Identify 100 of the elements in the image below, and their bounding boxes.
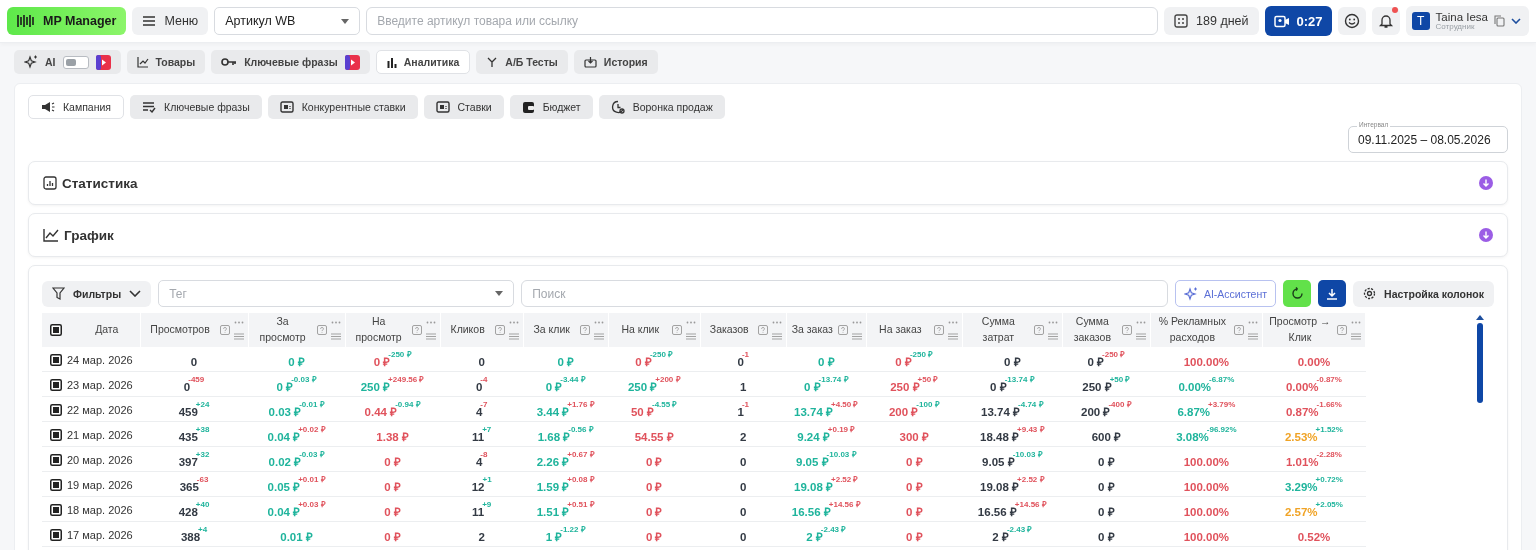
menu-button[interactable]: Меню [132,7,209,35]
notifications-button[interactable] [1371,7,1400,35]
more-icon[interactable] [508,320,519,324]
delta-value: +2.52 ₽ [1017,474,1045,484]
menu-icon[interactable] [1247,332,1258,340]
scroll-up-icon[interactable] [1476,315,1484,320]
smiley-icon [1343,13,1360,29]
menu-icon[interactable] [1135,332,1146,340]
menu-icon[interactable] [330,332,341,340]
menu-icon[interactable] [851,332,862,340]
more-icon[interactable] [947,320,958,324]
checkbox[interactable] [50,453,62,466]
chevron-icon [1511,18,1521,24]
delta-value: +200 ₽ [655,374,681,384]
cell-value: 600 ₽ [1091,430,1122,444]
checkbox[interactable] [50,324,62,336]
article-select[interactable]: Артикул WB [214,7,361,35]
ai-assistant-button[interactable]: AI-Ассистент [1174,280,1277,307]
cell-value: 54.55 ₽ [634,430,674,444]
help-icon [1033,325,1044,335]
search-field[interactable]: Поиск [521,280,1168,307]
menu-icon[interactable] [947,332,958,340]
filters-button[interactable]: Фильтры [42,280,152,307]
copy-icon [1494,15,1505,27]
delta-value: +9 [482,499,492,509]
menu-icon[interactable] [1351,332,1361,340]
menu-icon[interactable] [233,332,244,340]
cell-value: 428 [178,505,198,518]
cell-value: 0 ₽ [384,505,401,519]
delta-value: +38 [195,424,210,434]
checkbox[interactable] [50,378,62,391]
logo-button[interactable]: MP Manager [7,7,127,35]
nav-tab[interactable]: А/Б Тесты [476,50,568,74]
delta-value: -0.03 ₽ [299,449,325,459]
help-icon [219,325,230,335]
cell-value: 100.00% [1183,504,1230,518]
menu-icon[interactable] [508,332,519,340]
nav-tab[interactable]: Товары [126,50,206,74]
checkbox[interactable] [50,503,62,516]
more-icon[interactable] [685,320,696,324]
checkbox[interactable] [50,528,62,541]
more-icon[interactable] [1247,320,1258,324]
emoji-button[interactable] [1337,7,1366,35]
checkbox[interactable] [50,428,62,441]
money-icon [435,101,450,113]
download-button[interactable] [1318,280,1347,307]
sub-tab[interactable]: Воронка продаж [598,95,725,119]
columns-settings-button[interactable]: Настройка колонок [1353,280,1494,307]
menu-icon[interactable] [425,332,436,340]
date-cell: 17 мар. 2026 [67,528,133,541]
more-icon[interactable] [851,320,862,324]
more-icon[interactable] [425,320,436,324]
cell-value: 0 ₽ [906,505,923,519]
more-icon[interactable] [1135,320,1146,324]
refresh-button[interactable] [1283,280,1312,307]
help-icon [494,325,505,335]
delta-value: +3.79% [1208,399,1236,409]
delta-value: -8 [480,449,488,459]
delta-value: -100 ₽ [916,399,940,409]
help-icon [411,325,422,335]
section-header[interactable]: График [28,213,1508,257]
delta-value: +0.08 ₽ [567,474,595,484]
scrollbar-thumb[interactable] [1477,323,1483,403]
checkbox[interactable] [50,403,62,416]
delta-value: +1 [482,474,492,484]
date-cell: 23 мар. 2026 [67,378,133,391]
ai-toggle[interactable] [62,55,89,69]
sub-tab[interactable]: Ключевые фразы [130,95,262,119]
chevron-icon [129,290,142,297]
help-icon [837,325,848,335]
sub-tab[interactable]: Кампания [28,95,125,119]
more-icon[interactable] [330,320,341,324]
sub-tab[interactable]: Бюджет [509,95,593,119]
nav-tab[interactable]: AI [14,50,121,74]
barcode-icon [17,13,35,29]
nav-tab[interactable]: История [573,50,658,74]
checkbox[interactable] [50,478,62,491]
more-icon[interactable] [771,320,782,324]
cell-value: 0 ₽ [1098,455,1115,469]
menu-icon[interactable] [685,332,696,340]
menu-icon[interactable] [593,332,604,340]
timer-button[interactable]: 0:27 [1264,6,1332,36]
checkbox[interactable] [50,353,62,366]
cell-value: 250 ₽ [1082,381,1112,394]
section-header[interactable]: Статистика [28,161,1508,205]
nav-tab[interactable]: Ключевые фразы [211,50,370,74]
more-icon[interactable] [1047,320,1058,324]
more-icon[interactable] [593,320,604,324]
funnel-icon [52,287,65,300]
cell-value: 2 [740,429,747,443]
menu-icon[interactable] [771,332,782,340]
delta-value: +0.51 ₽ [567,499,595,509]
search-field[interactable]: Введите артикул товара или ссылку [366,7,1159,35]
sub-tab[interactable]: Конкурентные ставки [267,95,418,119]
more-icon[interactable] [233,320,244,324]
days-button[interactable]: 189 дней [1164,7,1259,35]
nav-tab[interactable]: Аналитика [375,50,471,74]
sub-tab[interactable]: Ставки [423,95,504,119]
more-icon[interactable] [1351,320,1361,324]
menu-icon[interactable] [1047,332,1058,340]
